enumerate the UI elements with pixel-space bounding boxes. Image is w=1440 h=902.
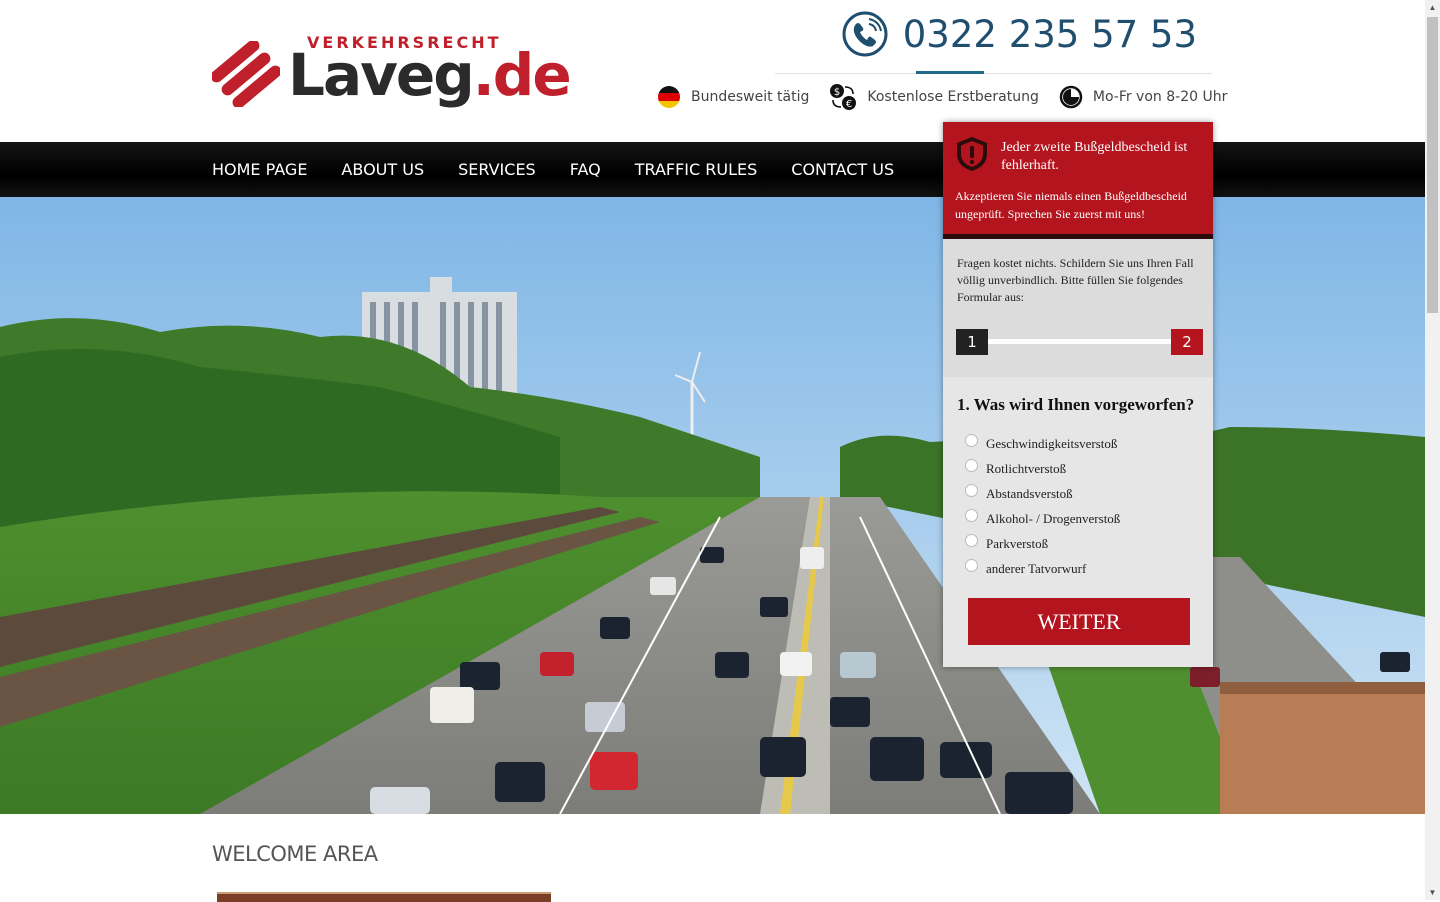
form-subtitle: Akzeptieren Sie niemals einen Bußgeldbes… [955, 189, 1187, 221]
info-nationwide: Bundesweit tätig [657, 85, 809, 109]
nav-item-faq[interactable]: FAQ [570, 160, 601, 179]
option-alcohol-drugs[interactable]: Alkohol- / Drogenverstoß [965, 506, 1120, 531]
form-steps: 1 2 [956, 329, 1203, 355]
scrollbar-thumb[interactable] [1427, 17, 1438, 313]
nav-item-contact[interactable]: CONTACT US [791, 160, 894, 179]
phone-contact[interactable]: 0322 235 57 53 [841, 10, 1197, 58]
radio-button[interactable] [965, 559, 978, 572]
option-other[interactable]: anderer Tatvorwurf [965, 556, 1120, 581]
scroll-up-arrow-icon[interactable]: ▲ [1425, 0, 1440, 15]
offense-options: Geschwindigkeitsverstoß Rotlichtverstoß … [965, 431, 1120, 581]
page-scrollbar[interactable]: ▲ ▼ [1425, 0, 1440, 900]
phone-number[interactable]: 0322 235 57 53 [903, 13, 1197, 56]
site-logo[interactable]: VERKEHRSRECHT Laveg.de [212, 33, 572, 111]
phone-divider [775, 73, 1212, 74]
scroll-down-arrow-icon[interactable]: ▼ [1425, 885, 1440, 900]
info-hours: Mo-Fr von 8-20 Uhr [1059, 85, 1227, 109]
coins-icon: $ € [830, 84, 857, 110]
option-speeding[interactable]: Geschwindigkeitsverstoß [965, 431, 1120, 456]
info-bar: Bundesweit tätig $ € Kostenlose Erstbera… [657, 82, 1227, 112]
info-free-consultation-label: Kostenlose Erstberatung [867, 89, 1039, 105]
radio-button[interactable] [965, 534, 978, 547]
step-2-indicator: 2 [1171, 329, 1203, 355]
form-header: Jeder zweite Bußgeldbescheid ist fehlerh… [943, 122, 1213, 239]
germany-flag-icon [658, 86, 680, 108]
nav-item-home[interactable]: HOME PAGE [212, 160, 307, 179]
form-title: Jeder zweite Bußgeldbescheid ist fehlerh… [1001, 140, 1188, 173]
step-progress-track [986, 339, 1176, 344]
nav-item-traffic-rules[interactable]: TRAFFIC RULES [635, 160, 758, 179]
welcome-image [217, 892, 551, 902]
consultation-form: Jeder zweite Bußgeldbescheid ist fehlerh… [943, 122, 1213, 667]
info-nationwide-label: Bundesweit tätig [691, 89, 810, 105]
phone-divider-accent [916, 71, 984, 74]
welcome-heading: WELCOME AREA [212, 842, 378, 866]
option-label: Alkohol- / Drogenverstoß [986, 510, 1121, 526]
radio-button[interactable] [965, 484, 978, 497]
option-label: Parkverstoß [986, 535, 1049, 551]
logo-brand: Laveg.de [288, 41, 572, 109]
nav-item-about[interactable]: ABOUT US [341, 160, 424, 179]
step-1-indicator: 1 [956, 329, 988, 355]
option-label: anderer Tatvorwurf [986, 560, 1087, 576]
option-label: Abstandsverstoß [986, 485, 1073, 501]
nav-item-services[interactable]: SERVICES [458, 160, 536, 179]
radio-button[interactable] [965, 434, 978, 447]
option-parking[interactable]: Parkverstoß [965, 531, 1120, 556]
option-red-light[interactable]: Rotlichtverstoß [965, 456, 1120, 481]
form-question-section: 1. Was wird Ihnen vorgeworfen? Geschwind… [943, 377, 1213, 667]
phone-icon [842, 11, 888, 57]
svg-text:€: € [846, 99, 852, 110]
form-question: 1. Was wird Ihnen vorgeworfen? [957, 395, 1195, 414]
info-free-consultation: $ € Kostenlose Erstberatung [829, 83, 1039, 111]
option-distance[interactable]: Abstandsverstoß [965, 481, 1120, 506]
next-button[interactable]: WEITER [968, 598, 1190, 645]
logo-mark-icon [212, 41, 280, 107]
clock-icon [1059, 85, 1083, 109]
logo-brand-tld: .de [472, 41, 572, 109]
info-hours-label: Mo-Fr von 8-20 Uhr [1092, 89, 1228, 105]
option-label: Geschwindigkeitsverstoß [986, 435, 1118, 451]
warning-shield-icon [957, 137, 987, 171]
svg-text:$: $ [834, 87, 840, 98]
form-intro: Fragen kostet nichts. Schildern Sie uns … [957, 256, 1194, 304]
radio-button[interactable] [965, 509, 978, 522]
logo-brand-main: Laveg [288, 41, 475, 109]
radio-button[interactable] [965, 459, 978, 472]
option-label: Rotlichtverstoß [986, 460, 1067, 476]
site-header: VERKEHRSRECHT Laveg.de 0322 235 57 53 Bu… [0, 0, 1425, 142]
